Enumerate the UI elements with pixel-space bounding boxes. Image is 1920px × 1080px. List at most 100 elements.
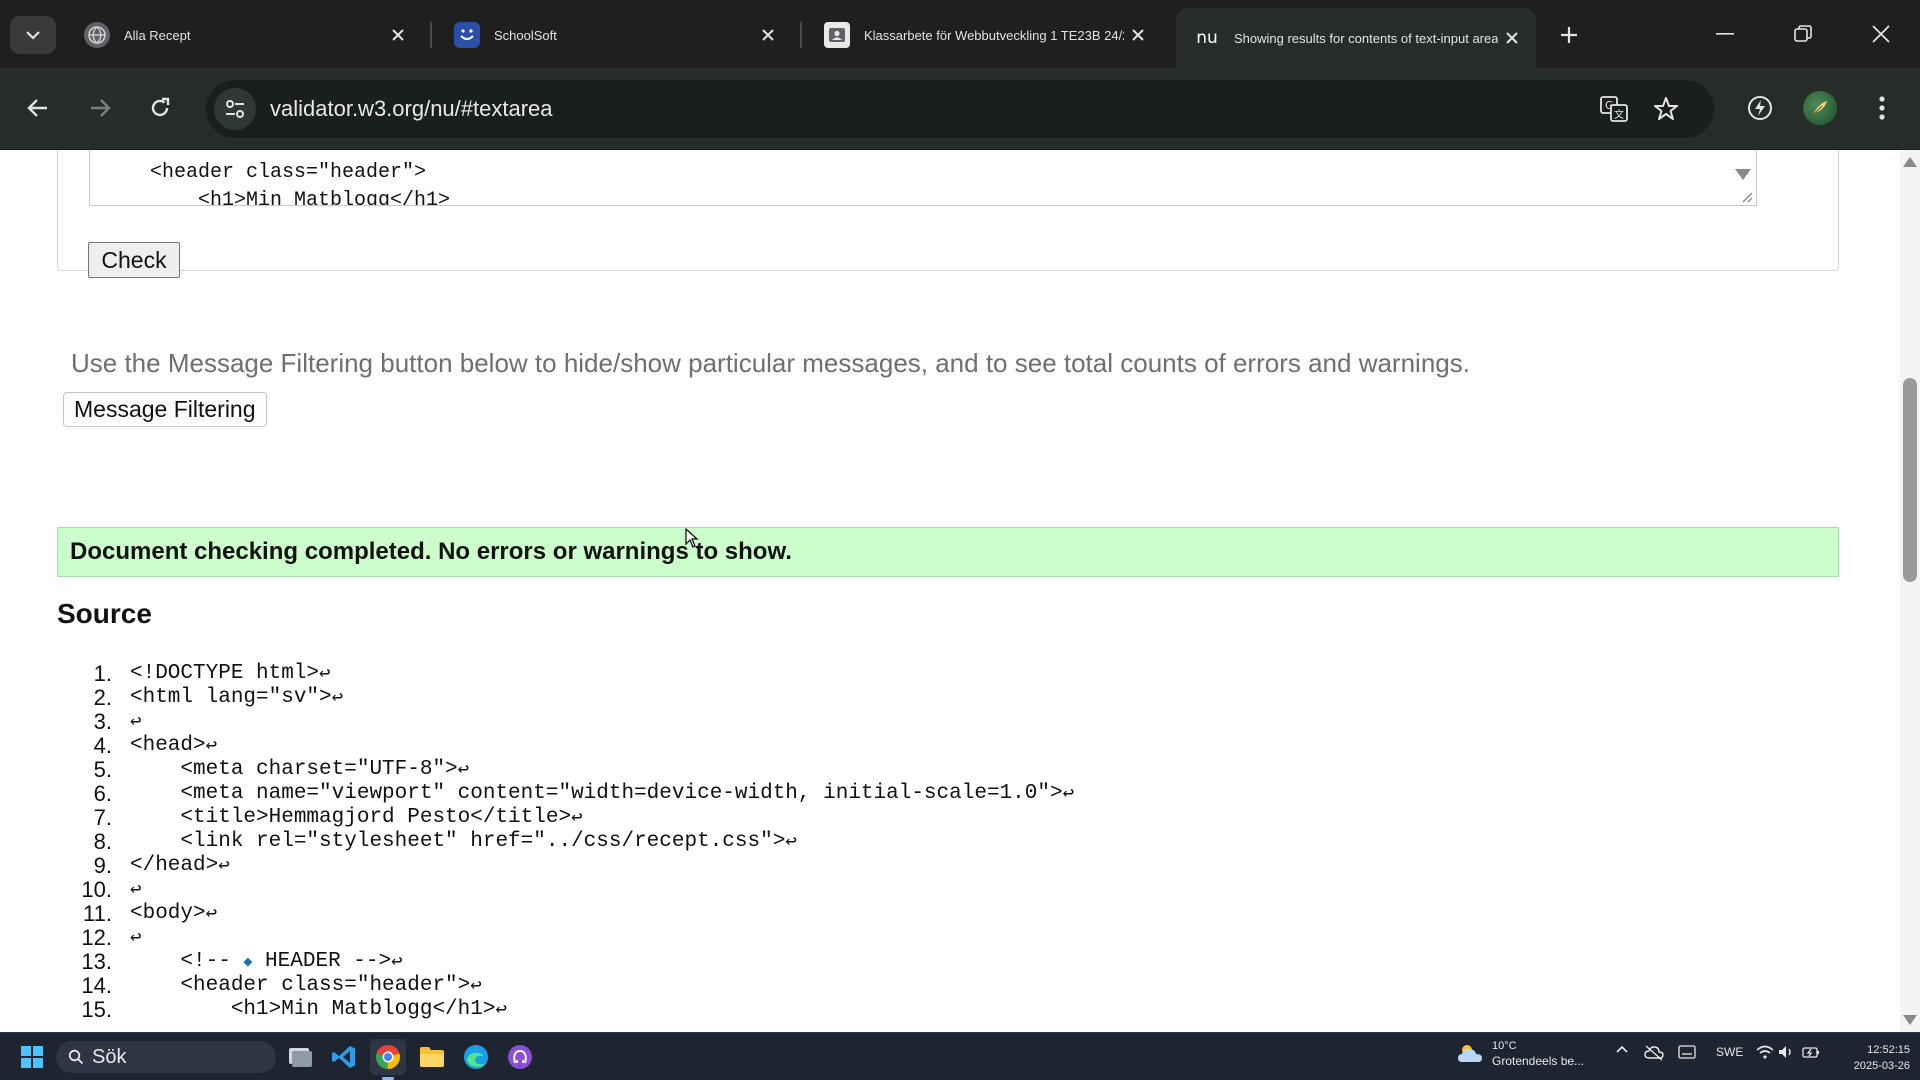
scrollbar-thumb[interactable]: [1903, 378, 1917, 582]
close-tab-icon[interactable]: [1124, 21, 1152, 49]
return-icon: ↩: [205, 735, 218, 757]
tab-alla-recept[interactable]: Alla Recept: [66, 10, 422, 60]
restore-button[interactable]: [1776, 14, 1830, 54]
translate-button[interactable]: G文: [1598, 93, 1630, 125]
keyboard-indicator[interactable]: [1678, 1045, 1696, 1059]
minimize-button[interactable]: [1698, 14, 1752, 54]
line-number: 6.: [93, 781, 112, 806]
tune-icon: [226, 100, 244, 118]
windows-logo-icon: [21, 1046, 43, 1068]
tab-title: SchoolSoft: [494, 27, 557, 43]
profile-button[interactable]: [1798, 86, 1842, 130]
return-icon: ↩: [130, 927, 142, 949]
line-number: 14.: [81, 973, 112, 998]
task-view-button[interactable]: [282, 1039, 318, 1075]
source-textarea[interactable]: <!-- ◆ HEADER --> <header class="header"…: [89, 150, 1757, 206]
textarea-scroll-down-arrow[interactable]: [1735, 169, 1751, 180]
new-tab-button[interactable]: [1552, 18, 1586, 52]
close-tab-icon[interactable]: [1498, 24, 1526, 52]
forward-button[interactable]: [78, 86, 122, 130]
chevron-down-icon: [26, 31, 40, 40]
chrome-app[interactable]: [370, 1039, 406, 1080]
page-content: <!-- ◆ HEADER --> <header class="header"…: [0, 150, 1900, 1032]
tab-strip: Alla Recept SchoolSoft Klassarbete för W…: [0, 0, 1920, 68]
url-text[interactable]: validator.w3.org/nu/#textarea: [270, 96, 553, 122]
return-icon: ↩: [218, 855, 230, 877]
input-form: <!-- ◆ HEADER --> <header class="header"…: [57, 150, 1839, 278]
diamond-icon: ◆: [243, 954, 253, 971]
clock-time: 12:52:15: [1867, 1044, 1910, 1056]
source-line: 3. ↩: [80, 710, 1074, 734]
arrow-right-icon: [91, 99, 111, 117]
page-scrollbar[interactable]: [1900, 150, 1920, 1032]
system-clock[interactable]: 12:52:15 2025-03-26: [1840, 1042, 1910, 1074]
tab-divider: [430, 22, 432, 48]
address-bar[interactable]: validator.w3.org/nu/#textarea G文: [206, 80, 1714, 138]
chrome-icon: [376, 1045, 400, 1069]
file-explorer-app[interactable]: [414, 1039, 450, 1075]
back-button[interactable]: [16, 86, 60, 130]
close-window-button[interactable]: [1854, 14, 1908, 54]
result-message: Document checking completed. No errors o…: [70, 538, 792, 565]
browser-menu-button[interactable]: [1860, 86, 1904, 130]
volume-control[interactable]: [1778, 1045, 1794, 1059]
onedrive-status[interactable]: [1644, 1045, 1664, 1061]
diamond-icon: ◆: [210, 150, 219, 154]
close-tab-icon[interactable]: [754, 21, 782, 49]
tab-schoolsoft[interactable]: SchoolSoft: [436, 10, 792, 60]
scroll-down-arrow[interactable]: [1903, 1015, 1917, 1025]
return-icon: ↩: [571, 807, 583, 829]
edge-app[interactable]: [458, 1039, 494, 1075]
vscode-app[interactable]: [326, 1039, 362, 1075]
message-filtering-button[interactable]: Message Filtering: [63, 392, 267, 427]
folder-icon: [420, 1047, 444, 1067]
line-code: <meta charset="UTF-8">: [130, 758, 458, 781]
battery-status[interactable]: [1802, 1045, 1820, 1059]
site-info-button[interactable]: [214, 88, 256, 130]
schoolsoft-icon: [454, 22, 480, 48]
line-code: <body>: [130, 902, 206, 925]
search-icon: [68, 1049, 84, 1065]
resize-handle-icon[interactable]: [1739, 189, 1753, 203]
star-icon: [1654, 97, 1678, 120]
check-button[interactable]: Check: [88, 242, 180, 278]
line-number: 2.: [93, 685, 112, 710]
source-line: 2. <html lang="sv"> ↩: [80, 686, 1074, 710]
return-icon: ↩: [470, 975, 482, 997]
tab-validator-results[interactable]: nu Showing results for contents of text-…: [1176, 8, 1536, 68]
speaker-icon: [1779, 1046, 1791, 1058]
line-number: 8.: [93, 829, 112, 854]
taskbar-search[interactable]: Sök: [56, 1041, 276, 1073]
close-tab-icon[interactable]: [384, 21, 412, 49]
source-line: 8. <link rel="stylesheet" href="../css/r…: [80, 830, 1074, 854]
start-button[interactable]: [14, 1039, 50, 1075]
github-desktop-app[interactable]: [502, 1039, 538, 1075]
tab-search-button[interactable]: [10, 16, 56, 54]
result-success-banner: Document checking completed. No errors o…: [57, 527, 1839, 577]
performance-button[interactable]: [1738, 86, 1782, 130]
line-number: 10.: [81, 877, 112, 902]
reload-button[interactable]: [138, 86, 182, 130]
scroll-up-arrow[interactable]: [1903, 157, 1917, 167]
mouse-cursor-icon: [685, 528, 699, 548]
bookmark-button[interactable]: [1650, 93, 1682, 125]
line-number: 13.: [81, 949, 112, 974]
line-number: 5.: [93, 757, 112, 782]
network-status[interactable]: [1756, 1045, 1774, 1059]
translate-icon: G文: [1600, 96, 1628, 122]
nu-icon: nu: [1196, 28, 1218, 48]
show-hidden-icons-button[interactable]: [1616, 1045, 1628, 1053]
feather-icon: [1812, 101, 1827, 116]
language-indicator[interactable]: SWE: [1716, 1045, 1743, 1059]
weather-widget[interactable]: 10°C Grotendeels be...: [1456, 1039, 1584, 1069]
textarea-line: <!-- ◆ HEADER -->: [150, 150, 1756, 159]
line-number: 11.: [83, 901, 112, 926]
tab-klassarbete[interactable]: Klassarbete för Webbutveckling 1 TE23B 2…: [806, 10, 1162, 60]
more-vert-icon: [1879, 96, 1885, 120]
